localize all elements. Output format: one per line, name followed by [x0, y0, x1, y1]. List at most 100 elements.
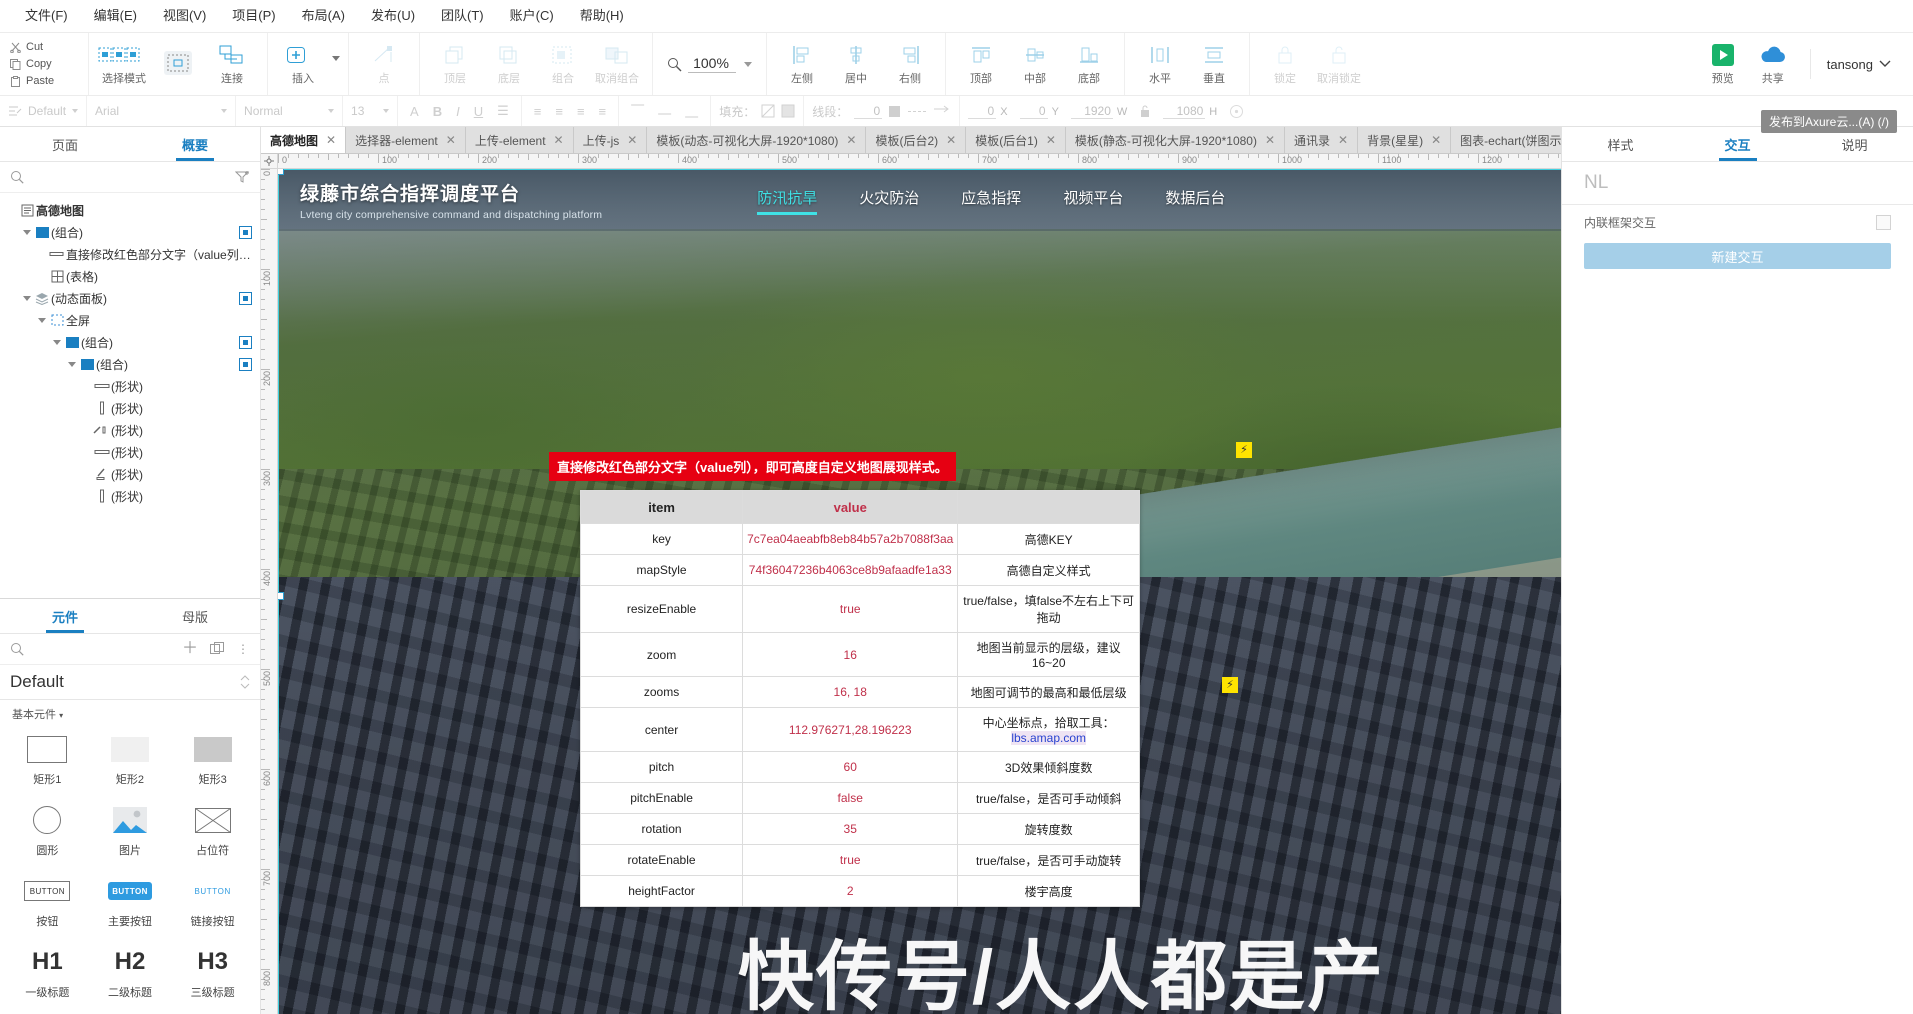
menu-item-2[interactable]: 编辑(E): [81, 0, 150, 32]
x-field[interactable]: 0X: [968, 104, 1008, 119]
send-back-button[interactable]: 底层: [482, 37, 536, 91]
line-color-icon[interactable]: [888, 105, 901, 118]
select-mode-alt-button[interactable]: [151, 37, 205, 91]
new-interaction-button[interactable]: 新建交互: [1584, 243, 1891, 269]
widget-item[interactable]: 矩形2: [89, 726, 172, 793]
outline-tab-1[interactable]: 页面: [0, 127, 130, 161]
text-align-center-icon[interactable]: ≡: [551, 104, 567, 119]
insert-button[interactable]: 插入: [276, 37, 330, 91]
search-icon[interactable]: [10, 642, 24, 656]
site-nav-item[interactable]: 防汛抗旱: [757, 187, 818, 215]
y-field[interactable]: 0Y: [1019, 104, 1059, 119]
bold-icon[interactable]: B: [429, 104, 446, 119]
h-field[interactable]: 1080 H: [1163, 104, 1217, 119]
filter-icon[interactable]: [235, 170, 250, 184]
close-icon[interactable]: ✕: [1046, 133, 1056, 147]
stepper-icon[interactable]: [240, 674, 250, 690]
style-preset-field[interactable]: Default: [0, 96, 88, 126]
menu-item-5[interactable]: 布局(A): [289, 0, 358, 32]
align-top-button[interactable]: 顶部: [954, 37, 1008, 91]
valign-top-icon[interactable]: ⎺: [627, 103, 648, 119]
widget-name-field[interactable]: NL: [1562, 162, 1913, 205]
point-button[interactable]: 点: [357, 37, 411, 91]
w-field[interactable]: 1920 W: [1070, 104, 1127, 119]
design-canvas[interactable]: 绿藤市综合指挥调度平台 Lvteng city comprehensive co…: [278, 169, 1561, 1014]
visibility-toggle-icon[interactable]: [239, 357, 252, 371]
menu-item-7[interactable]: 团队(T): [428, 0, 497, 32]
list-icon[interactable]: ☰: [493, 103, 513, 119]
interaction-marker-icon[interactable]: ⚡: [1222, 677, 1238, 693]
outline-node[interactable]: (形状): [0, 441, 260, 463]
interaction-marker-icon[interactable]: ⚡: [1236, 442, 1252, 458]
group-button[interactable]: 组合: [536, 37, 590, 91]
site-nav-item[interactable]: 数据后台: [1165, 187, 1225, 213]
outline-node[interactable]: (组合): [0, 353, 260, 375]
outline-node[interactable]: (形状): [0, 485, 260, 507]
file-tab[interactable]: 背景(星星) ✕: [1358, 127, 1452, 153]
file-tab[interactable]: 图表-echart(饼图示例)✕: [1451, 127, 1561, 153]
aspect-lock-icon[interactable]: [1139, 104, 1151, 118]
outline-node[interactable]: 全屏: [0, 309, 260, 331]
widget-item[interactable]: BUTTON 按钮: [6, 868, 89, 935]
valign-middle-icon[interactable]: ⎼: [654, 103, 675, 119]
zoom-value[interactable]: 100%: [688, 55, 736, 73]
menu-item-6[interactable]: 发布(U): [358, 0, 428, 32]
widget-item[interactable]: 圆形: [6, 797, 89, 864]
disclosure-triangle-icon[interactable]: [51, 339, 63, 345]
menu-item-8[interactable]: 账户(C): [497, 0, 567, 32]
site-nav-item[interactable]: 应急指挥: [961, 187, 1021, 213]
visibility-toggle-icon[interactable]: [239, 291, 252, 305]
align-middle-button[interactable]: 中部: [1008, 37, 1062, 91]
file-tab[interactable]: 上传-element ✕: [465, 127, 574, 153]
rotate-icon[interactable]: [1229, 104, 1244, 119]
widget-item[interactable]: H2 二级标题: [89, 939, 172, 1006]
library-section-header[interactable]: 基本元件 ▾: [0, 700, 260, 724]
text-align-left-icon[interactable]: ≡: [530, 104, 546, 119]
file-tab[interactable]: 通讯录 ✕: [1285, 127, 1359, 153]
outline-node[interactable]: (形状): [0, 375, 260, 397]
disclosure-triangle-icon[interactable]: [36, 317, 48, 323]
align-center-button[interactable]: 居中: [829, 37, 883, 91]
widget-item[interactable]: BUTTON 链接按钮: [171, 868, 254, 935]
distribute-vertical-button[interactable]: 垂直: [1187, 37, 1241, 91]
close-icon[interactable]: ✕: [1338, 133, 1348, 147]
disclosure-triangle-icon[interactable]: [21, 295, 33, 301]
artboard[interactable]: 绿藤市综合指挥调度平台 Lvteng city comprehensive co…: [278, 169, 1561, 1014]
inspector-tab-1[interactable]: 样式: [1562, 127, 1679, 161]
zoom-control[interactable]: 100%: [653, 33, 767, 95]
align-left-button[interactable]: 左侧: [775, 37, 829, 91]
visibility-toggle-icon[interactable]: [239, 335, 252, 349]
align-right-button[interactable]: 右侧: [883, 37, 937, 91]
widget-item[interactable]: 矩形1: [6, 726, 89, 793]
iframe-interaction-checkbox[interactable]: [1876, 214, 1891, 230]
close-icon[interactable]: ✕: [1265, 133, 1275, 147]
chevron-down-icon[interactable]: [221, 109, 228, 113]
outline-node[interactable]: (形状): [0, 463, 260, 485]
close-icon[interactable]: ✕: [554, 133, 564, 147]
close-icon[interactable]: ✕: [1431, 133, 1441, 147]
valign-bottom-icon[interactable]: ⎽: [681, 103, 702, 119]
account-menu[interactable]: tansong: [1809, 49, 1891, 79]
duplicate-icon[interactable]: [210, 642, 225, 656]
menu-item-3[interactable]: 视图(V): [150, 0, 219, 32]
align-bottom-button[interactable]: 底部: [1062, 37, 1116, 91]
text-align-right-icon[interactable]: ≡: [573, 104, 589, 119]
select-mode-button[interactable]: 选择模式: [97, 37, 151, 91]
line-style-icon[interactable]: [907, 105, 927, 118]
unlock-button[interactable]: 取消锁定: [1312, 37, 1366, 91]
chevron-down-icon[interactable]: [72, 109, 79, 113]
distribute-horizontal-button[interactable]: 水平: [1133, 37, 1187, 91]
visibility-toggle-icon[interactable]: [239, 225, 252, 239]
disclosure-triangle-icon[interactable]: [21, 229, 33, 235]
fill-color-icon[interactable]: [761, 104, 775, 118]
outline-node[interactable]: 高德地图: [0, 199, 260, 221]
amap-link[interactable]: lbs.amap.com: [1011, 731, 1087, 745]
outline-node[interactable]: (动态面板): [0, 287, 260, 309]
menu-item-9[interactable]: 帮助(H): [567, 0, 637, 32]
copy-button[interactable]: Copy: [10, 56, 88, 73]
widget-item[interactable]: H1 一级标题: [6, 939, 89, 1006]
bring-front-button[interactable]: 顶层: [428, 37, 482, 91]
library-selector[interactable]: Default: [0, 665, 260, 700]
font-family-field[interactable]: Arial: [87, 96, 237, 126]
disclosure-triangle-icon[interactable]: [66, 361, 78, 367]
